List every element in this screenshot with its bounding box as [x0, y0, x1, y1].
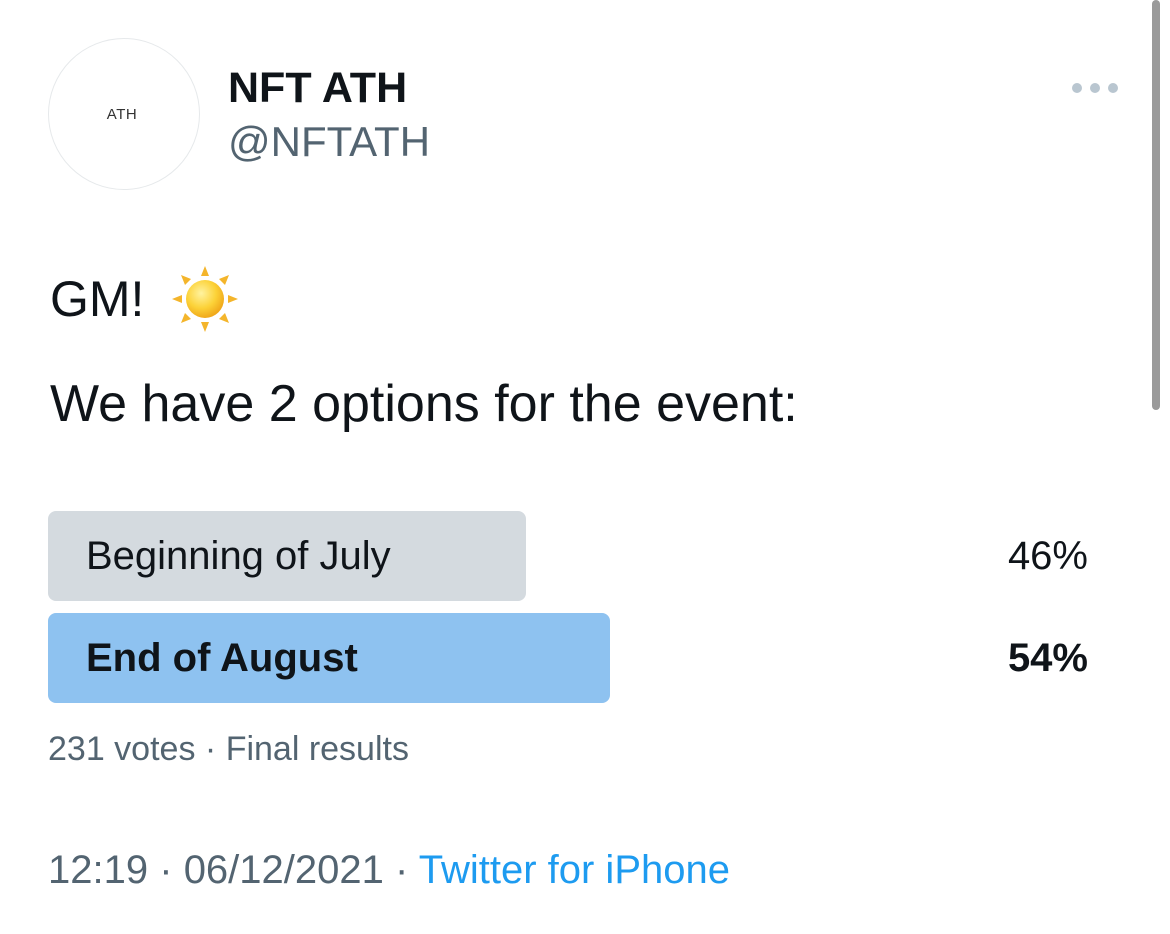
scrollbar[interactable]: [1152, 0, 1160, 410]
tweet-date[interactable]: 06/12/2021: [184, 848, 384, 892]
tweet-source-link[interactable]: Twitter for iPhone: [419, 848, 730, 892]
poll-option-percent: 46%: [1007, 534, 1088, 578]
tweet-greeting: GM!: [50, 271, 145, 327]
tweet-meta: 12:19 · 06/12/2021 · Twitter for iPhone: [48, 848, 730, 893]
poll-votes: 231 votes: [48, 730, 196, 768]
poll-option-percent: 54%: [1007, 636, 1088, 680]
separator: ·: [159, 848, 173, 892]
poll-meta: 231 votes · Final results: [48, 730, 409, 769]
tweet-text-line-2: We have 2 options for the event:: [50, 375, 798, 433]
avatar[interactable]: ATH: [48, 38, 200, 190]
tweet-text-line-1: GM!: [50, 264, 240, 334]
avatar-text: ATH: [106, 105, 138, 123]
more-dot: [1090, 83, 1100, 93]
poll-option-label: End of August: [86, 636, 358, 680]
tweet-time[interactable]: 12:19: [48, 848, 148, 892]
separator: ·: [204, 730, 217, 768]
separator: ·: [395, 848, 409, 892]
poll-option-2: End of August 54%: [48, 613, 1088, 703]
poll-status: Final results: [225, 730, 409, 768]
user-handle[interactable]: @NFTATH: [228, 118, 430, 166]
more-horizontal-icon[interactable]: [1072, 78, 1118, 98]
sun-icon: [172, 266, 239, 332]
display-name[interactable]: NFT ATH: [228, 64, 407, 113]
poll-option-1: Beginning of July 46%: [48, 511, 1088, 601]
poll-option-label: Beginning of July: [86, 534, 391, 578]
more-dot: [1072, 83, 1082, 93]
more-dot: [1108, 83, 1118, 93]
